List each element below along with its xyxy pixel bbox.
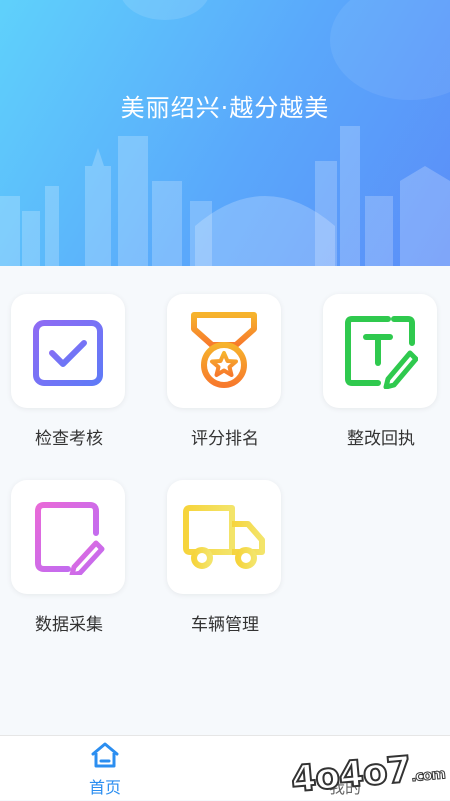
menu-card[interactable] — [167, 294, 281, 408]
menu-card[interactable] — [167, 480, 281, 594]
menu-label: 整改回执 — [347, 429, 415, 449]
menu-label: 检查考核 — [35, 429, 103, 449]
menu-card[interactable] — [11, 480, 125, 594]
home-icon — [91, 742, 119, 768]
menu-item-ranking[interactable]: 评分排名 — [167, 294, 283, 449]
bottom-tab-bar: 首页 我的 4o4o7.com — [0, 735, 450, 801]
tab-home[interactable]: 首页 — [50, 742, 160, 798]
calendar-check-icon — [33, 314, 103, 386]
tab-home-label: 首页 — [88, 778, 121, 797]
menu-item-vehicle-management[interactable]: 车辆管理 — [167, 480, 283, 635]
decor-bubble — [120, 0, 210, 20]
decor-bubble — [330, 0, 450, 100]
city-skyline-illustration — [0, 126, 450, 266]
menu-label: 数据采集 — [35, 615, 103, 635]
menu-label: 评分排名 — [191, 429, 259, 449]
menu-label: 车辆管理 — [191, 615, 259, 635]
truck-icon — [183, 505, 265, 569]
banner-title: 美丽绍兴·越分越美 — [120, 94, 330, 122]
menu-item-data-collection[interactable]: 数据采集 — [11, 480, 127, 635]
medal-icon — [191, 312, 257, 388]
document-edit-icon — [35, 502, 105, 575]
menu-item-inspection[interactable]: 检查考核 — [11, 294, 127, 449]
text-edit-icon — [345, 316, 418, 389]
menu-card[interactable] — [323, 294, 437, 408]
header-banner: 美丽绍兴·越分越美 — [0, 0, 450, 266]
menu-card[interactable] — [11, 294, 125, 408]
menu-item-rectification[interactable]: 整改回执 — [323, 294, 439, 449]
